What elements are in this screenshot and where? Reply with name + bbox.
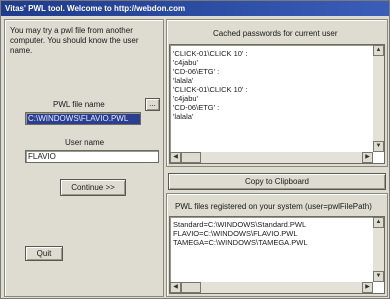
copy-to-clipboard-button[interactable]: Copy to Clipboard [168,173,386,190]
scroll-down-icon[interactable]: ▼ [373,141,384,152]
cached-vscroll[interactable]: ▲ ▼ [373,45,384,152]
list-item: 'lalala' [173,112,194,121]
scroll-right-icon[interactable]: ▶ [362,152,373,163]
pwl-tool-window: Vitas' PWL tool. Welcome to http://webdo… [0,0,390,299]
left-panel: You may try a pwl file from another comp… [4,19,164,297]
pwl-file-label: PWL file name [53,100,105,109]
registered-panel: PWL files registered on your system (use… [166,193,388,297]
registered-title: PWL files registered on your system (use… [175,202,372,211]
registered-files-list[interactable]: Standard=C:\WINDOWS\Standard.PWL FLAVIO=… [169,216,385,294]
intro-text: You may try a pwl file from another comp… [10,26,139,55]
scroll-left-icon[interactable]: ◀ [170,282,181,293]
list-item: 'CD-06\ETG' : [173,67,220,76]
list-item: 'CD-06\ETG' : [173,103,220,112]
quit-button[interactable]: Quit [25,246,63,261]
list-item: 'CLICK-01\CLICK 10' : [173,85,248,94]
cached-hscroll[interactable]: ◀ ▶ [170,152,373,163]
cached-title: Cached passwords for current user [213,29,338,38]
scroll-down-icon[interactable]: ▼ [373,271,384,282]
scroll-up-icon[interactable]: ▲ [373,217,384,228]
user-name-input[interactable]: FLAVIO [25,150,159,163]
pwl-file-input[interactable]: C:\WINDOWS\FLAVIO.PWL [25,112,141,125]
window-title[interactable]: Vitas' PWL tool. Welcome to http://webdo… [1,1,389,16]
scroll-thumb[interactable] [181,152,201,163]
list-item: 'CLICK-01\CLICK 10' : [173,49,248,58]
cached-passwords-list[interactable]: 'CLICK-01\CLICK 10' : 'c4jabu' 'CD-06\ET… [169,44,385,164]
user-name-label: User name [65,138,105,147]
list-item: 'lalala' [173,76,194,85]
list-item: TAMEGA=C:\WINDOWS\TAMEGA.PWL [173,238,308,247]
cached-lines: 'CLICK-01\CLICK 10' : 'c4jabu' 'CD-06\ET… [173,49,369,121]
scroll-right-icon[interactable]: ▶ [362,282,373,293]
scroll-left-icon[interactable]: ◀ [170,152,181,163]
list-item: FLAVIO=C:\WINDOWS\FLAVIO.PWL [173,229,298,238]
registered-hscroll[interactable]: ◀ ▶ [170,282,373,293]
continue-button[interactable]: Continue >> [60,179,126,196]
list-item: Standard=C:\WINDOWS\Standard.PWL [173,220,307,229]
registered-lines: Standard=C:\WINDOWS\Standard.PWL FLAVIO=… [173,220,369,247]
registered-vscroll[interactable]: ▲ ▼ [373,217,384,282]
list-item: 'c4jabu' [173,94,198,103]
browse-button[interactable]: ... [145,98,160,111]
scroll-thumb[interactable] [181,282,201,293]
scroll-up-icon[interactable]: ▲ [373,45,384,56]
list-item: 'c4jabu' [173,58,198,67]
cached-panel: Cached passwords for current user 'CLICK… [166,19,388,167]
